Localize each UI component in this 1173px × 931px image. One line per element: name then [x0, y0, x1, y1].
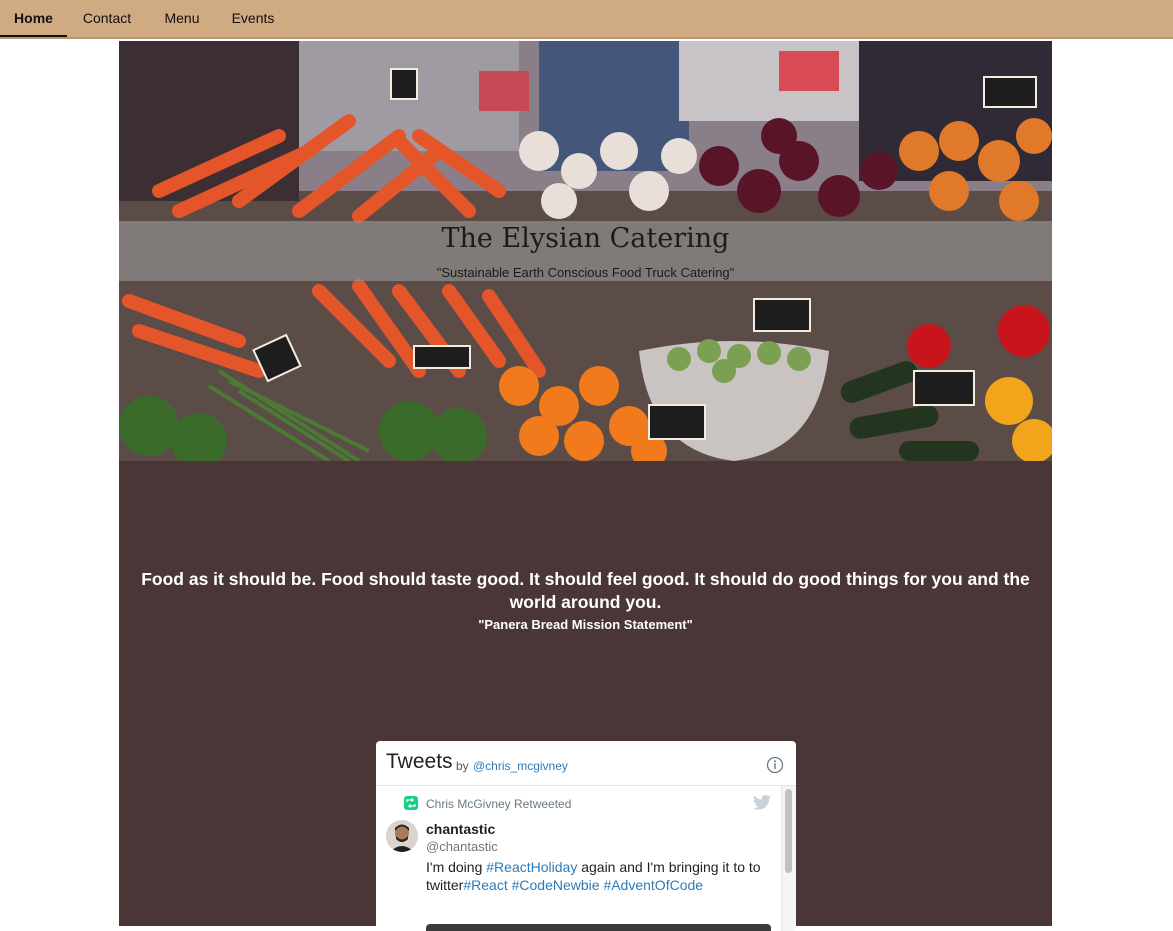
hashtag-link[interactable]: #ReactHoliday — [486, 859, 577, 875]
info-icon[interactable] — [766, 756, 784, 779]
tweet-text-part: I'm doing — [426, 859, 487, 875]
retweet-icon — [404, 796, 418, 815]
tweet-author-handle[interactable]: @chantastic — [426, 839, 498, 854]
nav-events[interactable]: Events — [223, 0, 283, 37]
retweeted-by-label: Chris McGivney Retweeted — [426, 797, 572, 811]
hashtag-link[interactable]: #CodeNewbie — [512, 877, 600, 893]
twitter-profile-link[interactable]: @chris_mcgivney — [473, 759, 568, 773]
tweet-author-name[interactable]: chantastic — [426, 821, 495, 837]
hashtag-link[interactable]: #AdventOfCode — [603, 877, 703, 893]
twitter-bird-icon[interactable] — [753, 795, 771, 815]
scrollbar-thumb[interactable] — [785, 789, 792, 873]
twitter-widget-by: by — [456, 759, 469, 773]
site-title: The Elysian Catering — [441, 223, 730, 254]
site-tagline: "Sustainable Earth Conscious Food Truck … — [436, 265, 735, 280]
nav-contact[interactable]: Contact — [73, 0, 141, 37]
nav-home[interactable]: Home — [0, 0, 67, 37]
mission-quote: Food as it should be. Food should taste … — [141, 569, 1030, 612]
top-navbar: Home Contact Menu Events — [0, 0, 1173, 39]
tweet-media-preview[interactable] — [426, 924, 771, 931]
tweet-text: I'm doing #ReactHoliday again and I'm br… — [426, 858, 776, 894]
hero-banner: The Elysian Catering "Sustainable Earth … — [119, 41, 1052, 461]
twitter-timeline-widget[interactable]: Tweets by @chris_mcgivney Chris McGivney… — [376, 741, 796, 931]
mission-attribution: "Panera Bread Mission Statement" — [478, 617, 693, 632]
nav-menu[interactable]: Menu — [153, 0, 211, 37]
twitter-widget-title: Tweets — [386, 750, 453, 773]
hashtag-link[interactable]: #React — [463, 877, 507, 893]
avatar[interactable] — [386, 820, 418, 852]
twitter-widget-header: Tweets by @chris_mcgivney — [376, 741, 796, 786]
